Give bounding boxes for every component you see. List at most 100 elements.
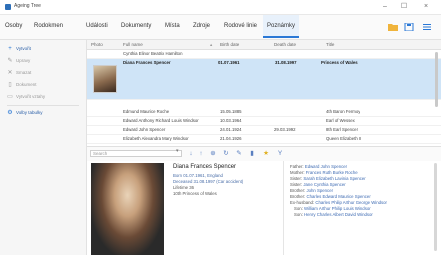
sidebar-item-label: Dokument [16, 82, 37, 88]
relation-link[interactable]: Frances Ruth Burke Roche [306, 170, 358, 175]
cell-birth-date: 24.01.1924 [220, 127, 242, 132]
plus-icon: + [8, 46, 12, 52]
menu-rodokmen[interactable]: Rodokmen [34, 23, 63, 29]
column-header-photo[interactable]: Photo [91, 42, 103, 47]
relation-item[interactable]: Son: William Arthur Philip Louis Windsor [294, 206, 371, 211]
cell-death-date: 31.08.1997 [275, 60, 297, 65]
bookmark-icon[interactable]: ▮ [248, 150, 256, 158]
sort-asc-icon[interactable]: ↓ [187, 150, 195, 158]
relation-link[interactable]: Jane Cynthia Spencer [303, 182, 345, 187]
table-row[interactable]: Cynthia Elinor Beatrix Hamilton [87, 50, 441, 59]
cell-title: Princess of Wales [321, 60, 358, 65]
person-name: Diana Frances Spencer [173, 164, 237, 170]
close-button[interactable]: × [418, 2, 434, 12]
main-menu: Osoby Rodokmen Události Dokumenty Místa … [0, 15, 441, 40]
cell-title: Earl of Wessex [326, 118, 355, 123]
gear-icon: ⚙ [7, 110, 13, 116]
cell-title: Queen Elizabeth II [326, 136, 362, 141]
relation-link[interactable]: Henry Charles Albert David Windsor [304, 212, 373, 217]
title-bar: Ageing Tree – ☐ × [0, 0, 441, 15]
table-scrollbar[interactable] [435, 52, 438, 107]
relation-item[interactable]: Brother: Charles Edward Maurice Spencer [290, 194, 371, 199]
column-header-death-date[interactable]: Death date [274, 42, 296, 47]
chevron-down-icon[interactable]: ▾ [176, 148, 179, 154]
sidebar-item-delete[interactable]: ✕ Smazat [7, 70, 31, 76]
sidebar: + Vytvořit ✎ Upravy ✕ Smazat ▯ Dokument ▭ Vyt… [0, 40, 87, 255]
sidebar-item-label: Vytvořit [16, 46, 31, 52]
save-icon[interactable] [404, 23, 414, 31]
column-header-birth-date[interactable]: Birth date [220, 42, 239, 47]
detail-toolbar: Search ▾ ↓ ↑ ⊕ ↻ ✎ ▮ ★ Y [87, 146, 441, 162]
relations-panel: Father: Edward John Spencer Mother: Fran… [283, 161, 439, 255]
search-input[interactable]: Search [90, 150, 182, 157]
sort-desc-icon[interactable]: ↑ [197, 150, 205, 158]
cell-full-name: Edmund Maurice Roche [123, 109, 170, 114]
person-photo-thumbnail [93, 65, 117, 93]
sidebar-item-label: Volby tabulky [16, 110, 43, 116]
relation-link[interactable]: Edward John Spencer [305, 164, 347, 169]
sidebar-item-relations[interactable]: ▭ Vytvořit vztahy [7, 94, 45, 100]
cell-birth-date: 10.03.1964 [220, 118, 242, 123]
menu-poznamky[interactable]: Poznámky [263, 15, 300, 38]
cell-full-name: Diana Frances Spencer [123, 60, 171, 65]
cell-birth-date: 21.04.1926 [220, 136, 242, 141]
menu-osoby[interactable]: Osoby [5, 23, 22, 29]
relation-link[interactable]: Sarah Elizabeth Lavinia Spencer [303, 176, 365, 181]
table-row[interactable]: Edmund Maurice Roche 15.05.1885 4th Baro… [87, 108, 441, 117]
person-title: 10th Princess of Wales [173, 191, 217, 196]
column-header-title[interactable]: Title [326, 42, 334, 47]
persons-table: Photo Full name ▴ Birth date Death date … [87, 40, 441, 146]
cell-birth-date: 01.07.1961 [218, 60, 240, 65]
person-detail-panel: Diana Frances Spencer Born 01.07.1961, E… [87, 161, 441, 255]
sort-indicator-icon: ▴ [210, 42, 213, 47]
add-icon[interactable]: ⊕ [209, 150, 217, 158]
relation-item[interactable]: Sister: Jane Cynthia Spencer [290, 182, 346, 187]
cell-title: 4th Baron Fermoy [326, 109, 361, 114]
relation-link[interactable]: John Spencer [307, 188, 334, 193]
sidebar-item-edit[interactable]: ✎ Upravy [7, 58, 30, 64]
relation-item[interactable]: Sister: Sarah Elizabeth Lavinia Spencer [290, 176, 366, 181]
menu-zdroje[interactable]: Zdroje [193, 23, 210, 29]
relation-item[interactable]: Son: Henry Charles Albert David Windsor [294, 212, 373, 217]
person-deceased: Deceased 31.08.1997 (Car accident) [173, 179, 244, 184]
edit-icon[interactable]: ✎ [235, 150, 243, 158]
sidebar-item-document[interactable]: ▯ Dokument [7, 82, 37, 88]
pencil-icon: ✎ [7, 58, 13, 64]
table-row[interactable]: Edward Anthony Richard Louis Windsor 10.… [87, 117, 441, 126]
cell-birth-date: 15.05.1885 [220, 109, 242, 114]
hamburger-menu-icon[interactable] [422, 23, 432, 31]
folder-icon[interactable] [388, 23, 398, 31]
menu-dokumenty[interactable]: Dokumenty [121, 23, 151, 29]
table-row[interactable]: Edward John Spencer 24.01.1924 29.03.199… [87, 126, 441, 135]
maximize-button[interactable]: ☐ [396, 2, 412, 12]
window-title: Ageing Tree [14, 3, 41, 9]
menu-rodove-linie[interactable]: Rodové linie [224, 23, 257, 29]
menu-udalosti[interactable]: Události [86, 23, 108, 29]
relation-link[interactable]: Charles Edward Maurice Spencer [307, 194, 371, 199]
menu-mista[interactable]: Místa [165, 23, 180, 29]
relation-item[interactable]: Brother: John Spencer [290, 188, 333, 193]
person-portrait [91, 163, 164, 255]
person-lifetime: Lifetime 36 [173, 185, 195, 190]
relation-item[interactable]: Mother: Frances Ruth Burke Roche [290, 170, 358, 175]
sidebar-item-label: Smazat [16, 70, 32, 76]
relation-link[interactable]: William Arthur Philip Louis Windsor [304, 206, 371, 211]
relation-link[interactable]: Charles Philip Arthur George Windsor [315, 200, 387, 205]
refresh-icon[interactable]: ↻ [222, 150, 230, 158]
relation-item[interactable]: Father: Edward John Spencer [290, 164, 347, 169]
table-header: Photo Full name ▴ Birth date Death date … [87, 40, 441, 50]
relation-item[interactable]: Ex-husband: Charles Philip Arthur George… [290, 200, 387, 205]
sidebar-item-create[interactable]: + Vytvořit [7, 46, 31, 52]
table-row[interactable]: Elizabeth Alexandra Mary Windsor 21.04.1… [87, 135, 441, 144]
cell-full-name: Edward Anthony Richard Louis Windsor [123, 118, 199, 123]
sidebar-divider [7, 105, 79, 106]
relations-scrollbar[interactable] [434, 163, 437, 251]
table-row-selected[interactable]: Diana Frances Spencer 01.07.1961 31.08.1… [87, 59, 441, 100]
relation-icon: ▭ [7, 94, 13, 100]
cell-full-name: Edward John Spencer [123, 127, 166, 132]
column-header-full-name[interactable]: Full name [123, 42, 143, 47]
minimize-button[interactable]: – [377, 2, 393, 12]
sidebar-item-table-options[interactable]: ⚙ Volby tabulky [7, 110, 43, 116]
filter-icon[interactable]: Y [276, 150, 284, 158]
star-icon[interactable]: ★ [262, 150, 270, 158]
